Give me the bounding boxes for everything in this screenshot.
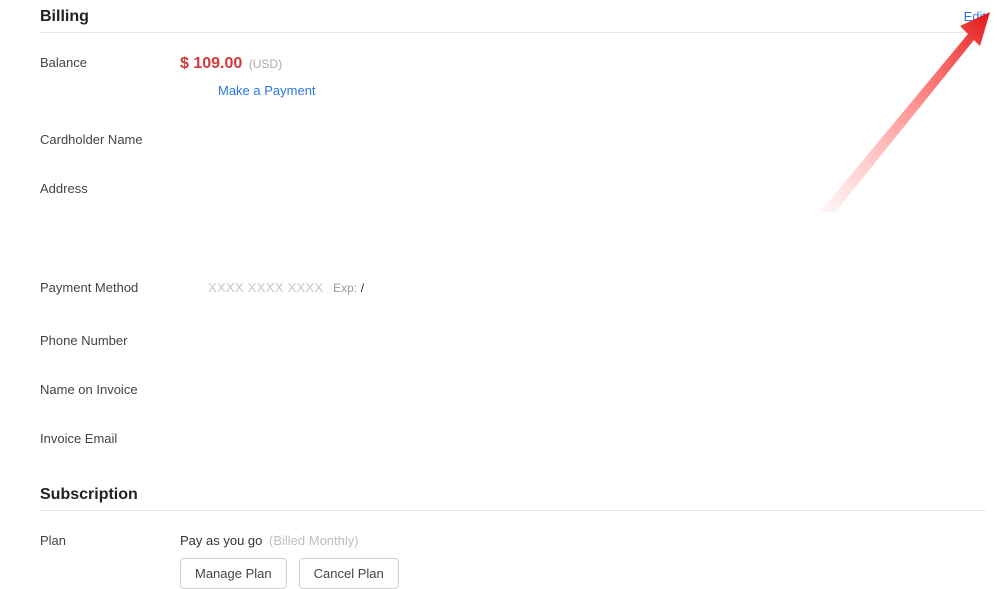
address-label: Address — [40, 181, 180, 196]
plan-row: Plan Pay as you go (Billed Monthly) Mana… — [40, 533, 986, 589]
payment-method-label: Payment Method — [40, 280, 180, 295]
phone-row: Phone Number — [40, 333, 986, 348]
balance-symbol: $ — [180, 55, 189, 72]
plan-value-block: Pay as you go (Billed Monthly) Manage Pl… — [180, 533, 986, 589]
plan-name: Pay as you go — [180, 533, 262, 548]
balance-value-block: $ 109.00 (USD) Make a Payment — [180, 55, 986, 98]
payment-method-row: Payment Method XXXX XXXX XXXX Exp: / — [40, 280, 986, 295]
balance-label: Balance — [40, 55, 180, 70]
exp-label: Exp: — [333, 281, 357, 295]
cardholder-label: Cardholder Name — [40, 132, 180, 147]
cancel-plan-button[interactable]: Cancel Plan — [299, 558, 399, 589]
address-row: Address — [40, 181, 986, 196]
invoice-email-row: Invoice Email — [40, 431, 986, 446]
exp-value: / — [361, 281, 364, 295]
billing-header: Billing Edit — [40, 8, 986, 33]
edit-link[interactable]: Edit — [964, 9, 986, 24]
plan-buttons: Manage Plan Cancel Plan — [180, 558, 986, 589]
invoice-email-label: Invoice Email — [40, 431, 180, 446]
cardholder-row: Cardholder Name — [40, 132, 986, 147]
subscription-title: Subscription — [40, 486, 138, 504]
name-invoice-row: Name on Invoice — [40, 382, 986, 397]
billing-title: Billing — [40, 8, 89, 26]
balance-row: Balance $ 109.00 (USD) Make a Payment — [40, 55, 986, 98]
plan-billing: (Billed Monthly) — [269, 533, 359, 548]
payment-method-value: XXXX XXXX XXXX Exp: / — [180, 280, 986, 295]
phone-label: Phone Number — [40, 333, 180, 348]
name-invoice-label: Name on Invoice — [40, 382, 180, 397]
plan-label: Plan — [40, 533, 180, 548]
balance-currency: (USD) — [249, 57, 282, 71]
manage-plan-button[interactable]: Manage Plan — [180, 558, 287, 589]
balance-amount: $ 109.00 — [180, 55, 247, 72]
balance-number: 109.00 — [193, 55, 242, 72]
make-payment-link[interactable]: Make a Payment — [218, 83, 986, 98]
card-mask: XXXX XXXX XXXX — [208, 280, 323, 295]
subscription-header: Subscription — [40, 486, 986, 511]
